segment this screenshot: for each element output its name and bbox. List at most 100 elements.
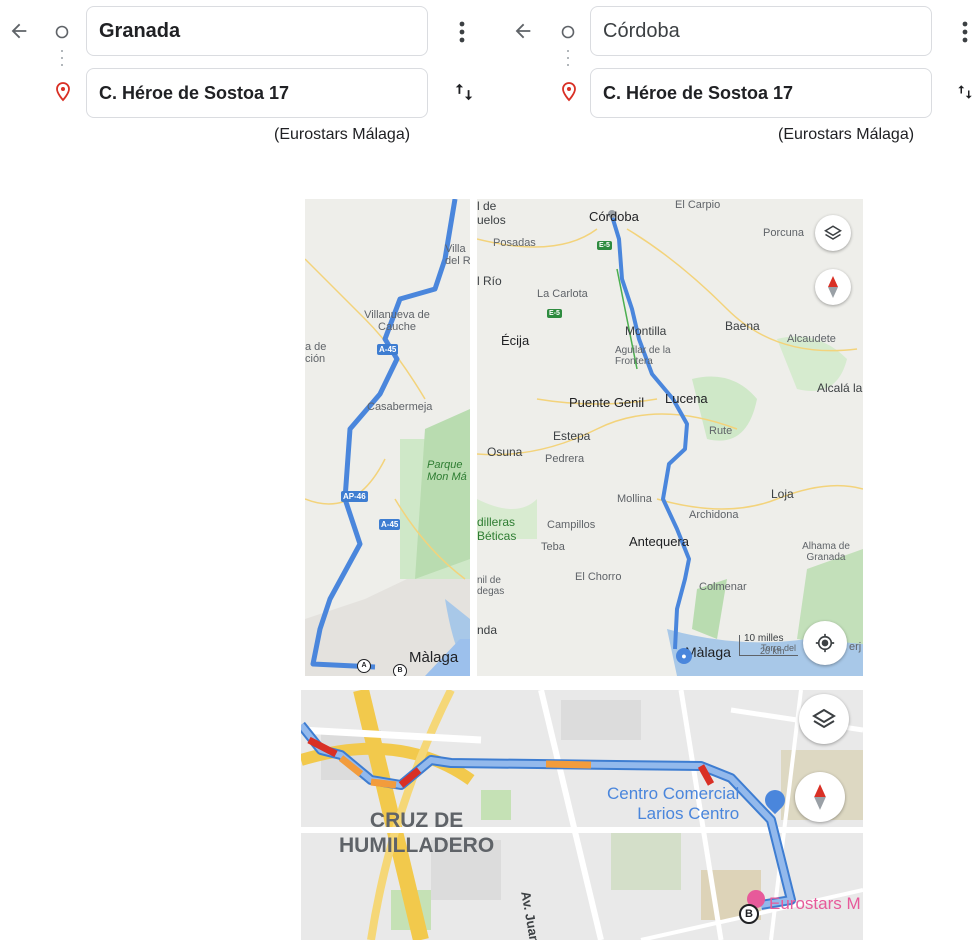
district-line2: HUMILLADERO [339, 834, 495, 857]
more-options-button[interactable] [450, 18, 474, 46]
map-label: Estepa [553, 429, 591, 443]
poi-label: Centro Comercial Larios Centro [607, 784, 739, 824]
my-location-button[interactable] [803, 621, 847, 665]
map-label: nda [477, 623, 498, 637]
map-label: Alcaudete [787, 333, 836, 345]
origin-text-right: Córdoba [603, 19, 680, 42]
map-label: Mollina [617, 493, 652, 505]
map-label: Màlaga [685, 644, 731, 660]
marker-a: A [357, 659, 371, 673]
road-shield: A-45 [379, 519, 401, 530]
destination-text-right: C. Héroe de Sostoa 17 [603, 82, 794, 103]
compass-icon [814, 784, 826, 810]
scale-miles: 10 milles [744, 633, 784, 644]
destination-text: C. Héroe de Sostoa 17 [99, 82, 290, 103]
map-label: Casabermeja [367, 401, 433, 413]
poi-line1: Centro Comercial [607, 784, 740, 803]
hotel-label: Eurostars M [769, 894, 861, 913]
map-label: Archidona [689, 509, 739, 521]
more-vert-icon [459, 21, 465, 43]
map-label: Campillos [547, 519, 596, 531]
map-label: Rute [709, 425, 733, 437]
arrow-left-icon [11, 23, 27, 39]
map-label: Parque Mon Má [427, 459, 467, 483]
scale-bar: 10 milles 20 km [739, 633, 798, 656]
map-label: Aguilar de la Frontera [615, 345, 671, 367]
map-label: dilleras Béticas [477, 515, 517, 543]
layers-icon [824, 225, 842, 240]
map-label: nil de degas [477, 575, 505, 597]
destination-note: (Eurostars Málaga) [274, 126, 411, 143]
map-left-canvas [305, 199, 470, 676]
layers-button[interactable] [815, 215, 851, 251]
map-label: Córdoba [589, 209, 639, 224]
map-label: Alhama de Granada [802, 541, 850, 563]
arrow-left-icon [515, 23, 531, 39]
district-line1: CRUZ DE [369, 809, 464, 832]
map-label-malaga: Màlaga [409, 649, 459, 666]
map-label: Posadas [493, 237, 536, 249]
scale-km: 20 km [760, 646, 785, 656]
map-label: Montilla [625, 324, 667, 338]
map-cordoba-route[interactable]: l de uelos Córdoba El Carpio Posadas Por… [477, 199, 863, 676]
back-button-right[interactable] [510, 18, 536, 44]
layers-button-city[interactable] [799, 694, 849, 744]
route-dots [567, 48, 569, 72]
map-label: Osuna [487, 445, 523, 459]
map-label: Baena [725, 319, 760, 333]
more-options-button-right[interactable] [956, 18, 974, 46]
compass-button-city[interactable] [795, 772, 845, 822]
map-label: Villa del R [445, 243, 470, 267]
route-dots [61, 48, 63, 72]
map-label: Villanueva de Cauche [364, 309, 430, 333]
more-vert-icon [962, 21, 968, 43]
origin-input-right[interactable]: Córdoba [590, 6, 932, 56]
origin-circle-icon [54, 24, 70, 40]
destination-note-right: (Eurostars Málaga) [778, 126, 915, 143]
map-label: a de ción [305, 341, 327, 365]
map-label: Colmenar [699, 581, 747, 593]
map-label: Teba [541, 541, 565, 553]
layers-icon [812, 708, 836, 729]
map-label: Lucena [665, 391, 708, 406]
map-granada-route[interactable]: Villa del R Villanueva de Cauche a de ci… [305, 199, 470, 676]
origin-text: Granada [99, 19, 181, 42]
map-right-canvas [477, 210, 863, 676]
marker-b: B [393, 664, 407, 676]
poi-line2: Larios Centro [637, 804, 740, 823]
map-label: El Carpio [675, 199, 721, 211]
destination-marker-b: B [739, 904, 759, 924]
map-label: Alcalá la [817, 381, 863, 395]
origin-input[interactable]: Granada [86, 6, 428, 56]
car-origin-icon: ● [676, 648, 692, 664]
destination-input[interactable]: C. Héroe de Sostoa 17 [86, 68, 428, 118]
swap-button-right[interactable] [956, 78, 974, 106]
map-label: Porcuna [763, 227, 804, 239]
swap-button[interactable] [450, 78, 478, 106]
map-label: Pedrera [545, 453, 585, 465]
compass-icon [828, 276, 838, 298]
compass-button[interactable] [815, 269, 851, 305]
map-label: Antequera [629, 534, 689, 549]
road-shield: E-5 [597, 241, 612, 250]
my-location-icon [815, 633, 835, 653]
map-label: La Carlota [537, 288, 588, 300]
location-pin-icon [560, 82, 578, 102]
map-label: Écija [501, 333, 530, 348]
swap-vert-icon [455, 83, 473, 101]
back-button[interactable] [6, 18, 32, 44]
origin-circle-icon [560, 24, 576, 40]
map-label: El Chorro [575, 571, 622, 583]
map-label: Loja [771, 487, 794, 501]
district-label: CRUZ DE HUMILLADERO [339, 808, 494, 858]
destination-input-right[interactable]: C. Héroe de Sostoa 17 [590, 68, 932, 118]
map-label: Puente Genil [569, 395, 645, 410]
road-shield: E-5 [547, 309, 562, 318]
road-shield: AP-46 [341, 491, 368, 502]
map-label: l Río [477, 274, 502, 288]
location-pin-icon [54, 82, 72, 102]
road-shield: A-45 [377, 344, 399, 355]
map-malaga-detail[interactable]: CRUZ DE HUMILLADERO Centro Comercial Lar… [301, 690, 863, 940]
map-label: l de uelos [477, 199, 506, 227]
map-label: erj [849, 641, 862, 653]
